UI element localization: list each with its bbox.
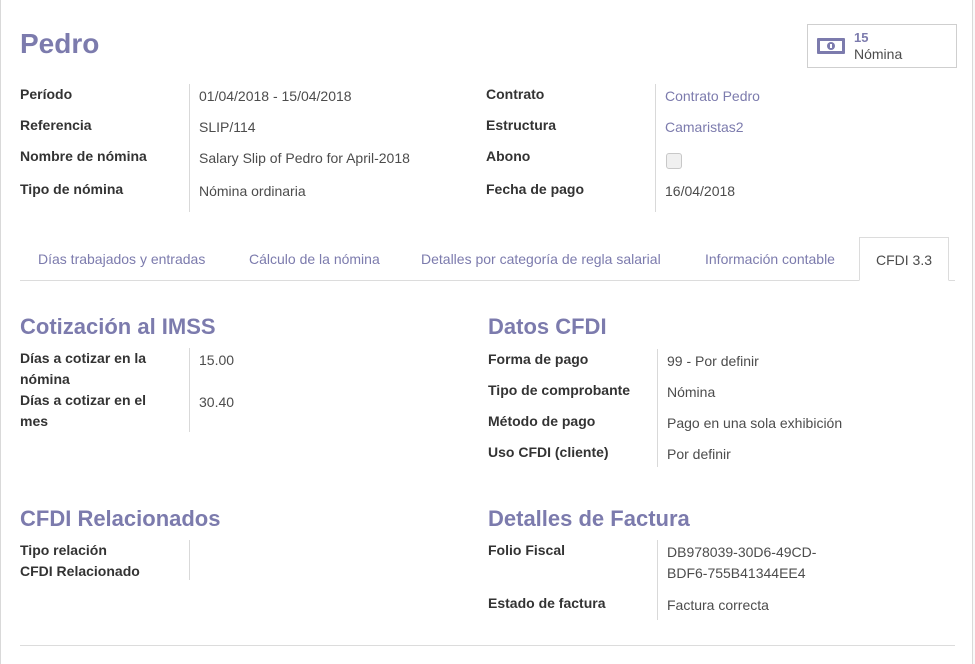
dias-mes-value[interactable]: 30.40 xyxy=(199,392,234,413)
field-label: Estado de factura xyxy=(488,595,606,611)
header-left-group: Período 01/04/2018 - 15/04/2018 Referenc… xyxy=(20,84,460,214)
record-title: Pedro xyxy=(20,28,100,59)
dias-nomina-value[interactable]: 15.00 xyxy=(199,350,234,371)
notebook-tabs: Días trabajados y entradas Cálculo de la… xyxy=(20,237,955,281)
field-label: Fecha de pago xyxy=(486,181,585,197)
payment-date-value[interactable]: 16/04/2018 xyxy=(665,181,735,202)
section-title-cfdi-relacionados: CFDI Relacionados xyxy=(20,506,221,531)
tab-detalles-categoria[interactable]: Detalles por categoría de regla salarial xyxy=(421,237,661,281)
cotizacion-group: Días a cotizar en la nómina 15.00 Días a… xyxy=(20,348,460,434)
field-label: Tipo de nómina xyxy=(20,181,124,197)
field-label: Contrato xyxy=(486,86,545,102)
folio-fiscal-value[interactable]: DB978039-30D6-49CD- BDF6-755B41344EE4 xyxy=(667,542,816,584)
field-label: Nombre de nómina xyxy=(20,148,147,164)
payslip-type-value[interactable]: Nómina ordinaria xyxy=(199,181,306,202)
field-label: Tipo relación CFDI Relacionado xyxy=(20,542,140,579)
field-label: Referencia xyxy=(20,117,92,133)
field-separator xyxy=(657,349,658,467)
cfdi-relacionados-group: Tipo relación CFDI Relacionado xyxy=(20,540,460,582)
metodo-pago-value[interactable]: Pago en una sola exhibición xyxy=(667,413,842,434)
tab-informacion-contable[interactable]: Información contable xyxy=(705,237,835,281)
period-value[interactable]: 01/04/2018 - 15/04/2018 xyxy=(199,86,352,107)
tab-cfdi-33[interactable]: CFDI 3.3 xyxy=(859,237,950,281)
field-label: Días a cotizar en la nómina xyxy=(20,350,147,387)
header-right-group: Contrato Contrato Pedro Estructura Camar… xyxy=(486,84,956,214)
detalles-factura-group: Folio Fiscal DB978039-30D6-49CD- BDF6-75… xyxy=(488,540,956,622)
field-separator xyxy=(657,540,658,620)
stat-value: 15 xyxy=(854,30,869,45)
money-icon xyxy=(816,35,846,57)
payslip-name-value[interactable]: Salary Slip of Pedro for April-2018 xyxy=(199,148,410,169)
bottom-divider xyxy=(20,645,955,646)
reference-value[interactable]: SLIP/114 xyxy=(199,117,256,138)
contract-link[interactable]: Contrato Pedro xyxy=(665,86,760,107)
field-label: Abono xyxy=(486,148,531,164)
stat-label: Nómina xyxy=(854,46,903,62)
abono-checkbox[interactable] xyxy=(666,153,682,169)
form-sheet: Pedro 15 Nómina Período 01/04/2018 - 15/… xyxy=(0,0,973,664)
field-separator xyxy=(189,540,190,580)
field-label: Método de pago xyxy=(488,413,596,429)
forma-pago-value[interactable]: 99 - Por definir xyxy=(667,351,759,372)
section-title-detalles-factura: Detalles de Factura xyxy=(488,506,690,531)
section-title-cotizacion: Cotización al IMSS xyxy=(20,314,216,339)
section-title-datos-cfdi: Datos CFDI xyxy=(488,314,607,339)
datos-cfdi-group: Forma de pago 99 - Por definir Tipo de c… xyxy=(488,349,956,469)
field-label: Período xyxy=(20,86,73,102)
tab-calculo-nomina[interactable]: Cálculo de la nómina xyxy=(249,237,380,281)
field-label: Uso CFDI (cliente) xyxy=(488,444,609,460)
field-label: Tipo de comprobante xyxy=(488,382,631,398)
uso-cfdi-value[interactable]: Por definir xyxy=(667,444,731,465)
field-label: Forma de pago xyxy=(488,351,589,367)
field-separator xyxy=(189,84,190,212)
field-label: Folio Fiscal xyxy=(488,542,566,558)
tab-dias-trabajados[interactable]: Días trabajados y entradas xyxy=(38,237,205,281)
field-separator xyxy=(655,84,656,212)
field-separator xyxy=(189,348,190,432)
estado-factura-value[interactable]: Factura correcta xyxy=(667,595,769,616)
field-label: Días a cotizar en el mes xyxy=(20,392,147,429)
payslip-count-button[interactable]: 15 Nómina xyxy=(807,24,957,68)
tipo-comprobante-value[interactable]: Nómina xyxy=(667,382,715,403)
field-label: Estructura xyxy=(486,117,557,133)
structure-link[interactable]: Camaristas2 xyxy=(665,117,744,138)
